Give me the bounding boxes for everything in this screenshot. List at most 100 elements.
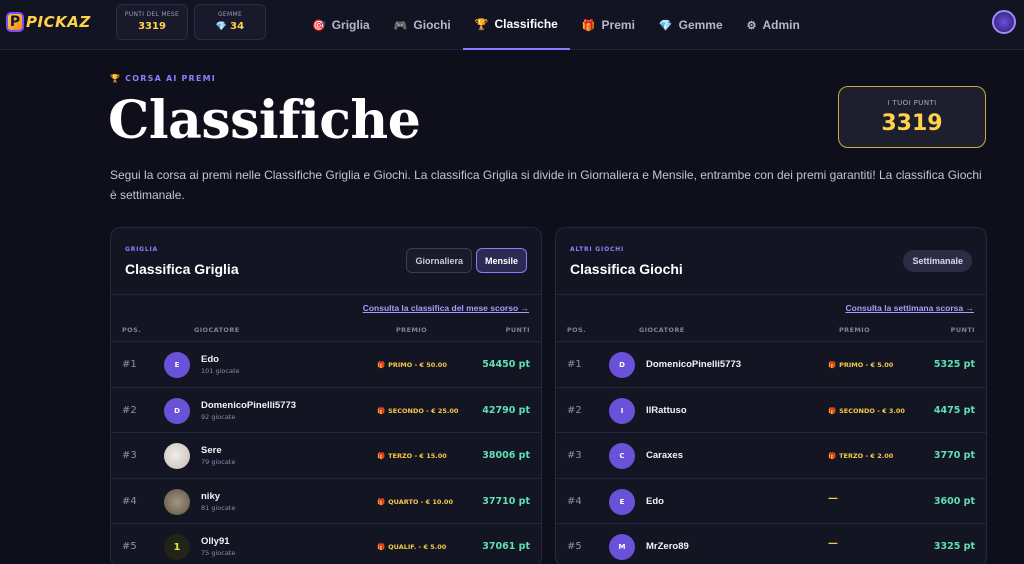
your-points-value: 3319	[881, 111, 943, 136]
player-points: 5325 pt	[933, 359, 975, 370]
row-position: #1	[122, 359, 137, 370]
table-header: POS. GIOCATORE PREMIO PUNTI	[111, 326, 541, 340]
gems-label: GEMME	[217, 11, 243, 18]
prize-text: SECONDO - € 25.00	[388, 406, 459, 415]
table-row[interactable]: #5 M MrZero89 — 3325 pt	[556, 523, 986, 564]
player-avatar: 1	[164, 534, 190, 560]
gift-icon: 🎁	[828, 361, 837, 369]
gift-icon: 🎁	[377, 361, 386, 369]
prize-badge: 🎁 TERZO - € 15.00	[377, 452, 447, 460]
nav-label: Admin	[762, 18, 800, 32]
monthly-points-label: PUNTI DEL MESE	[124, 11, 180, 18]
player-points: 37061 pt	[482, 541, 530, 552]
table-row[interactable]: #3 Sere 79 giocate 🎁 TERZO - € 15.00 3800…	[111, 432, 541, 478]
player-name: MrZero89	[646, 541, 689, 552]
player-avatar-photo	[164, 488, 190, 515]
nav-premi[interactable]: 🎁 Premi	[570, 0, 647, 50]
nav-griglia[interactable]: 🎯 Griglia	[300, 0, 382, 50]
previous-month-link[interactable]: Consulta la classifica del mese scorso →	[363, 303, 529, 313]
col-points: PUNTI	[950, 326, 975, 334]
page-title: Classifiche	[108, 90, 421, 151]
row-position: #4	[567, 495, 582, 507]
prize-badge: 🎁 SECONDO - € 3.00	[828, 407, 905, 415]
table-row[interactable]: #1 E Edo 101 giocate 🎁 PRIMO - € 50.00 54…	[111, 341, 541, 387]
col-player: GIOCATORE	[194, 326, 240, 334]
nav-gemme[interactable]: 💎 Gemme	[647, 0, 735, 50]
player-points: 3600 pt	[933, 495, 975, 507]
gift-icon: 🎁	[828, 452, 837, 460]
col-player: GIOCATORE	[639, 326, 685, 334]
table-row[interactable]: #5 1 Olly91 75 giocate 🎁 QUALIF. - € 5.00…	[111, 523, 541, 564]
player-name: Edo	[201, 354, 219, 365]
monthly-points-value: 3319	[138, 21, 166, 32]
nav-label: Classifiche	[494, 17, 558, 31]
prize-badge: 🎁 PRIMO - € 5.00	[828, 361, 893, 369]
panel-title: Classifica Giochi	[570, 261, 683, 277]
giochi-leaderboard-panel: ALTRI GIOCHI Classifica Giochi Settimana…	[555, 227, 987, 564]
player-name: Sere	[201, 445, 222, 456]
panel-kicker: GRIGLIA	[125, 246, 159, 253]
logo[interactable]: P PICKAZ	[6, 10, 91, 34]
row-position: #4	[122, 495, 137, 507]
prize-text: SECONDO - € 3.00	[839, 406, 905, 415]
gems-value: 34	[230, 21, 245, 32]
top-navbar: P PICKAZ PUNTI DEL MESE 3319 GEMME 💎 34 🎯…	[0, 0, 1024, 50]
player-name: Olly91	[201, 536, 230, 547]
gift-icon: 🎁	[828, 406, 837, 415]
col-prize: PREMIO	[396, 326, 428, 334]
target-icon: 🎯	[312, 19, 326, 32]
nav-giochi[interactable]: 🎮 Giochi	[382, 0, 463, 50]
gems-stat: GEMME 💎 34	[194, 4, 266, 40]
player-points: 37710 pt	[482, 495, 530, 507]
griglia-leaderboard-panel: GRIGLIA Classifica Griglia Giornaliera M…	[110, 227, 542, 564]
prize-badge: 🎁 SECONDO - € 25.00	[377, 407, 458, 415]
player-name: Edo	[646, 495, 664, 507]
table-row[interactable]: #2 I IlRattuso 🎁 SECONDO - € 3.00 4475 pt	[556, 386, 986, 433]
gift-icon: 🎁	[377, 543, 386, 551]
gems-value-wrap: 💎 34	[195, 21, 265, 32]
table-row[interactable]: #3 C Caraxes 🎁 TERZO - € 2.00 3770 pt	[556, 432, 986, 478]
nav-classifiche[interactable]: 🏆 Classifiche	[462, 0, 570, 50]
row-position: #1	[567, 359, 582, 370]
your-points-label: I TUOI PUNTI	[887, 99, 937, 107]
panel-kicker: ALTRI GIOCHI	[570, 246, 625, 253]
row-position: #2	[567, 404, 582, 416]
prize-badge: 🎁 PRIMO - € 50.00	[377, 361, 447, 369]
player-name: niky	[201, 490, 221, 502]
gift-icon: 🎁	[377, 406, 386, 415]
player-avatar: I	[609, 397, 635, 424]
player-avatar: E	[164, 352, 190, 378]
gift-icon: 🎁	[581, 19, 596, 32]
table-row[interactable]: #2 D DomenicoPinelli5773 92 giocate 🎁 SEC…	[111, 386, 541, 433]
tab-settimanale[interactable]: Settimanale	[903, 250, 972, 272]
page-intro: Segui la corsa ai premi nelle Classifich…	[110, 168, 982, 202]
table-row[interactable]: #4 E Edo — 3600 pt	[556, 477, 986, 524]
player-plays: 79 giocate	[201, 458, 236, 466]
user-avatar[interactable]	[992, 10, 1016, 34]
tab-giornaliera[interactable]: Giornaliera	[406, 248, 472, 273]
table-row[interactable]: #4 niky 81 giocate 🎁 QUARTO - € 10.00 377…	[111, 477, 541, 524]
table-row[interactable]: #1 D DomenicoPinelli5773 🎁 PRIMO - € 5.00…	[556, 341, 986, 387]
player-name: Caraxes	[646, 450, 683, 461]
nav-label: Premi	[601, 18, 635, 32]
player-points: 38006 pt	[482, 450, 530, 461]
tab-mensile[interactable]: Mensile	[475, 248, 527, 273]
player-points: 54450 pt	[482, 359, 530, 370]
player-avatar: D	[164, 397, 190, 424]
period-tabs: Settimanale	[899, 250, 972, 272]
player-points: 3770 pt	[933, 450, 975, 461]
prize-text: PRIMO - € 50.00	[388, 361, 447, 369]
prize-empty: —	[828, 538, 838, 549]
col-pos: POS.	[567, 326, 587, 334]
player-points: 3325 pt	[933, 541, 975, 552]
gamepad-icon: 🎮	[393, 19, 408, 32]
panel-title: Classifica Griglia	[125, 261, 239, 277]
prize-badge: 🎁 QUALIF. - € 5.00	[377, 543, 446, 551]
hero-kicker: 🏆 CORSA AI PREMI	[110, 74, 216, 83]
prize-text: TERZO - € 2.00	[839, 452, 894, 460]
previous-week-link[interactable]: Consulta la settimana scorsa →	[846, 303, 975, 313]
player-plays: 101 giocate	[201, 367, 240, 375]
nav-admin[interactable]: ⚙ Admin	[735, 0, 812, 50]
divider	[556, 294, 986, 295]
gear-icon: ⚙	[746, 19, 757, 32]
